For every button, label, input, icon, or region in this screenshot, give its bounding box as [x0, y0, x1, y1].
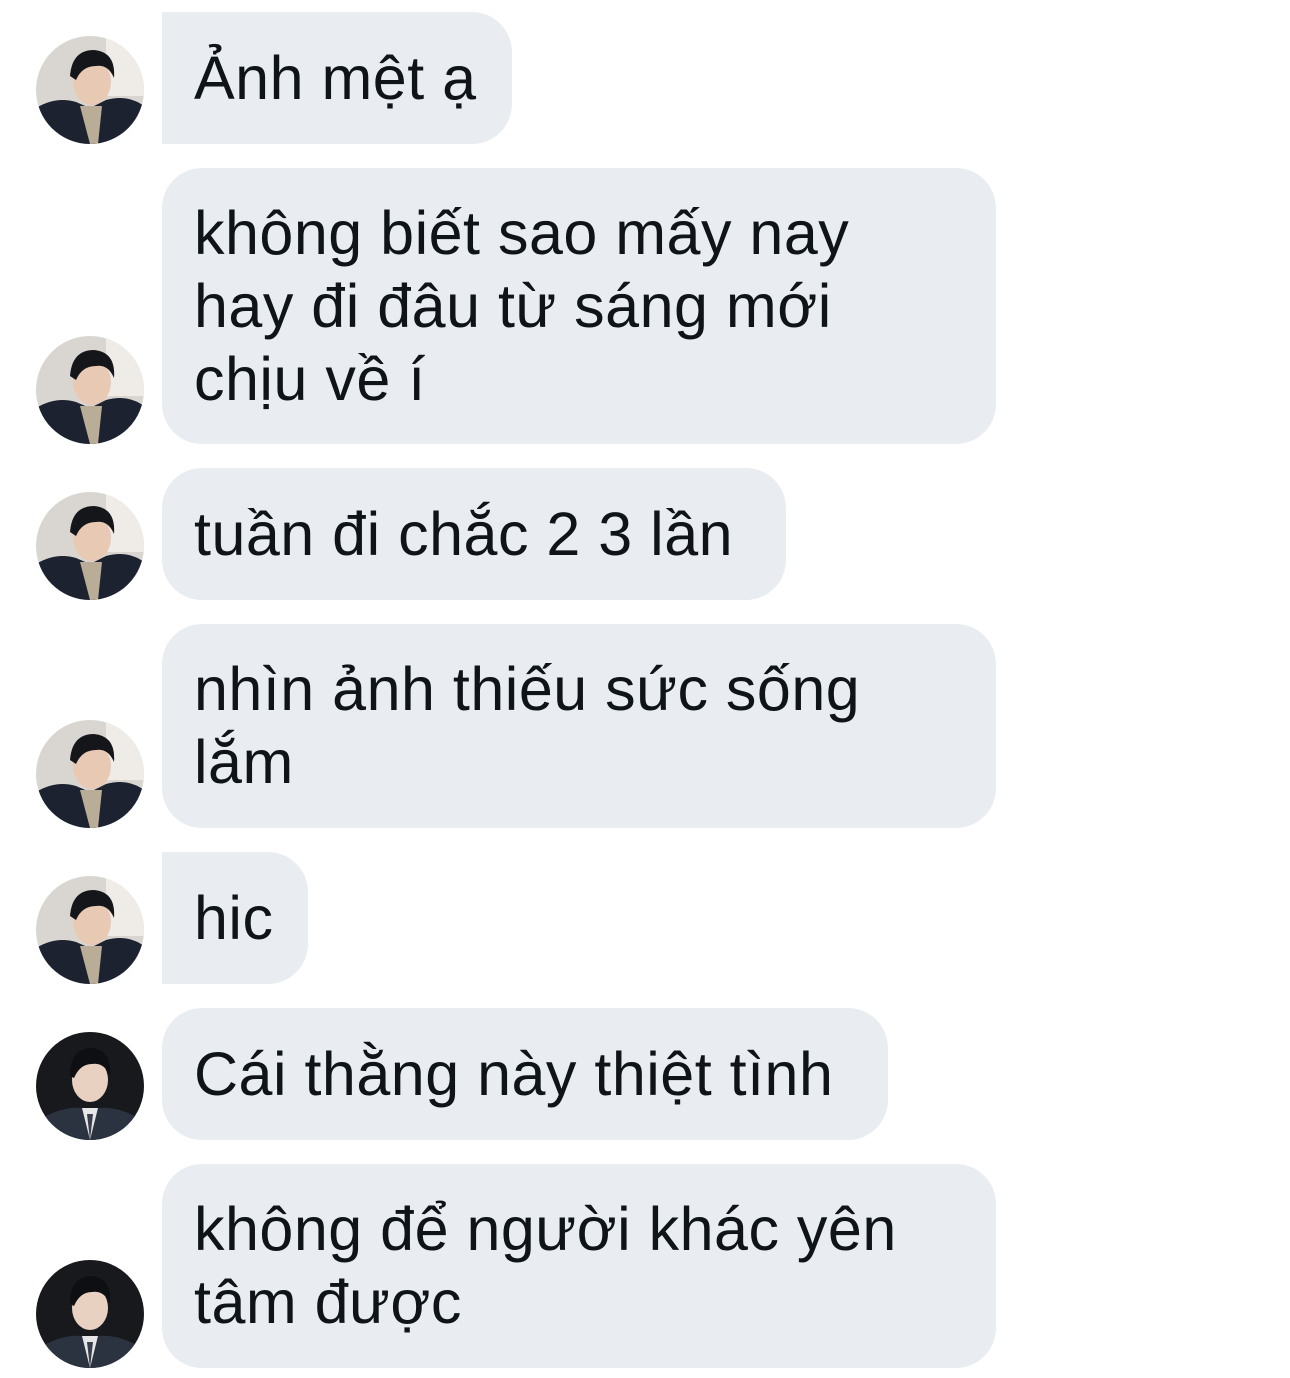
message-row: Ảnh mệt ạ: [0, 12, 1290, 144]
avatar-photo-icon: [36, 336, 144, 444]
message-row: không biết sao mấy nay hay đi đâu từ sán…: [0, 168, 1290, 444]
avatar-photo-icon: [36, 876, 144, 984]
message-text: không biết sao mấy nay hay đi đâu từ sán…: [194, 198, 850, 413]
avatar-photo-icon: [36, 1260, 144, 1368]
avatar-photo-icon: [36, 1032, 144, 1140]
avatar-person-a[interactable]: [36, 492, 144, 600]
avatar-person-a[interactable]: [36, 876, 144, 984]
message-row: tuần đi chắc 2 3 lần: [0, 468, 1290, 600]
message-row: Cái thằng này thiệt tình: [0, 1008, 1290, 1140]
message-text: không để người khác yên tâm được: [194, 1195, 897, 1336]
message-text: Ảnh mệt ạ: [194, 43, 477, 112]
avatar-photo-icon: [36, 36, 144, 144]
avatar-person-a[interactable]: [36, 336, 144, 444]
message-bubble[interactable]: Ảnh mệt ạ: [162, 12, 512, 144]
avatar-person-a[interactable]: [36, 36, 144, 144]
avatar-person-b[interactable]: [36, 1260, 144, 1368]
message-text: hic: [194, 883, 274, 952]
avatar-person-b[interactable]: [36, 1032, 144, 1140]
message-text: nhìn ảnh thiếu sức sống lắm: [194, 655, 861, 796]
message-bubble[interactable]: hic: [162, 852, 308, 984]
message-bubble[interactable]: Cái thằng này thiệt tình: [162, 1008, 888, 1140]
avatar-person-a[interactable]: [36, 720, 144, 828]
message-bubble[interactable]: nhìn ảnh thiếu sức sống lắm: [162, 624, 996, 828]
message-row: không để người khác yên tâm được: [0, 1164, 1290, 1368]
message-bubble[interactable]: không để người khác yên tâm được: [162, 1164, 996, 1368]
message-row: nhìn ảnh thiếu sức sống lắm: [0, 624, 1290, 828]
avatar-photo-icon: [36, 492, 144, 600]
message-text: tuần đi chắc 2 3 lần: [194, 499, 734, 568]
message-bubble[interactable]: không biết sao mấy nay hay đi đâu từ sán…: [162, 168, 996, 444]
message-row: hic: [0, 852, 1290, 984]
avatar-photo-icon: [36, 720, 144, 828]
message-text: Cái thằng này thiệt tình: [194, 1039, 834, 1108]
message-bubble[interactable]: tuần đi chắc 2 3 lần: [162, 468, 786, 600]
